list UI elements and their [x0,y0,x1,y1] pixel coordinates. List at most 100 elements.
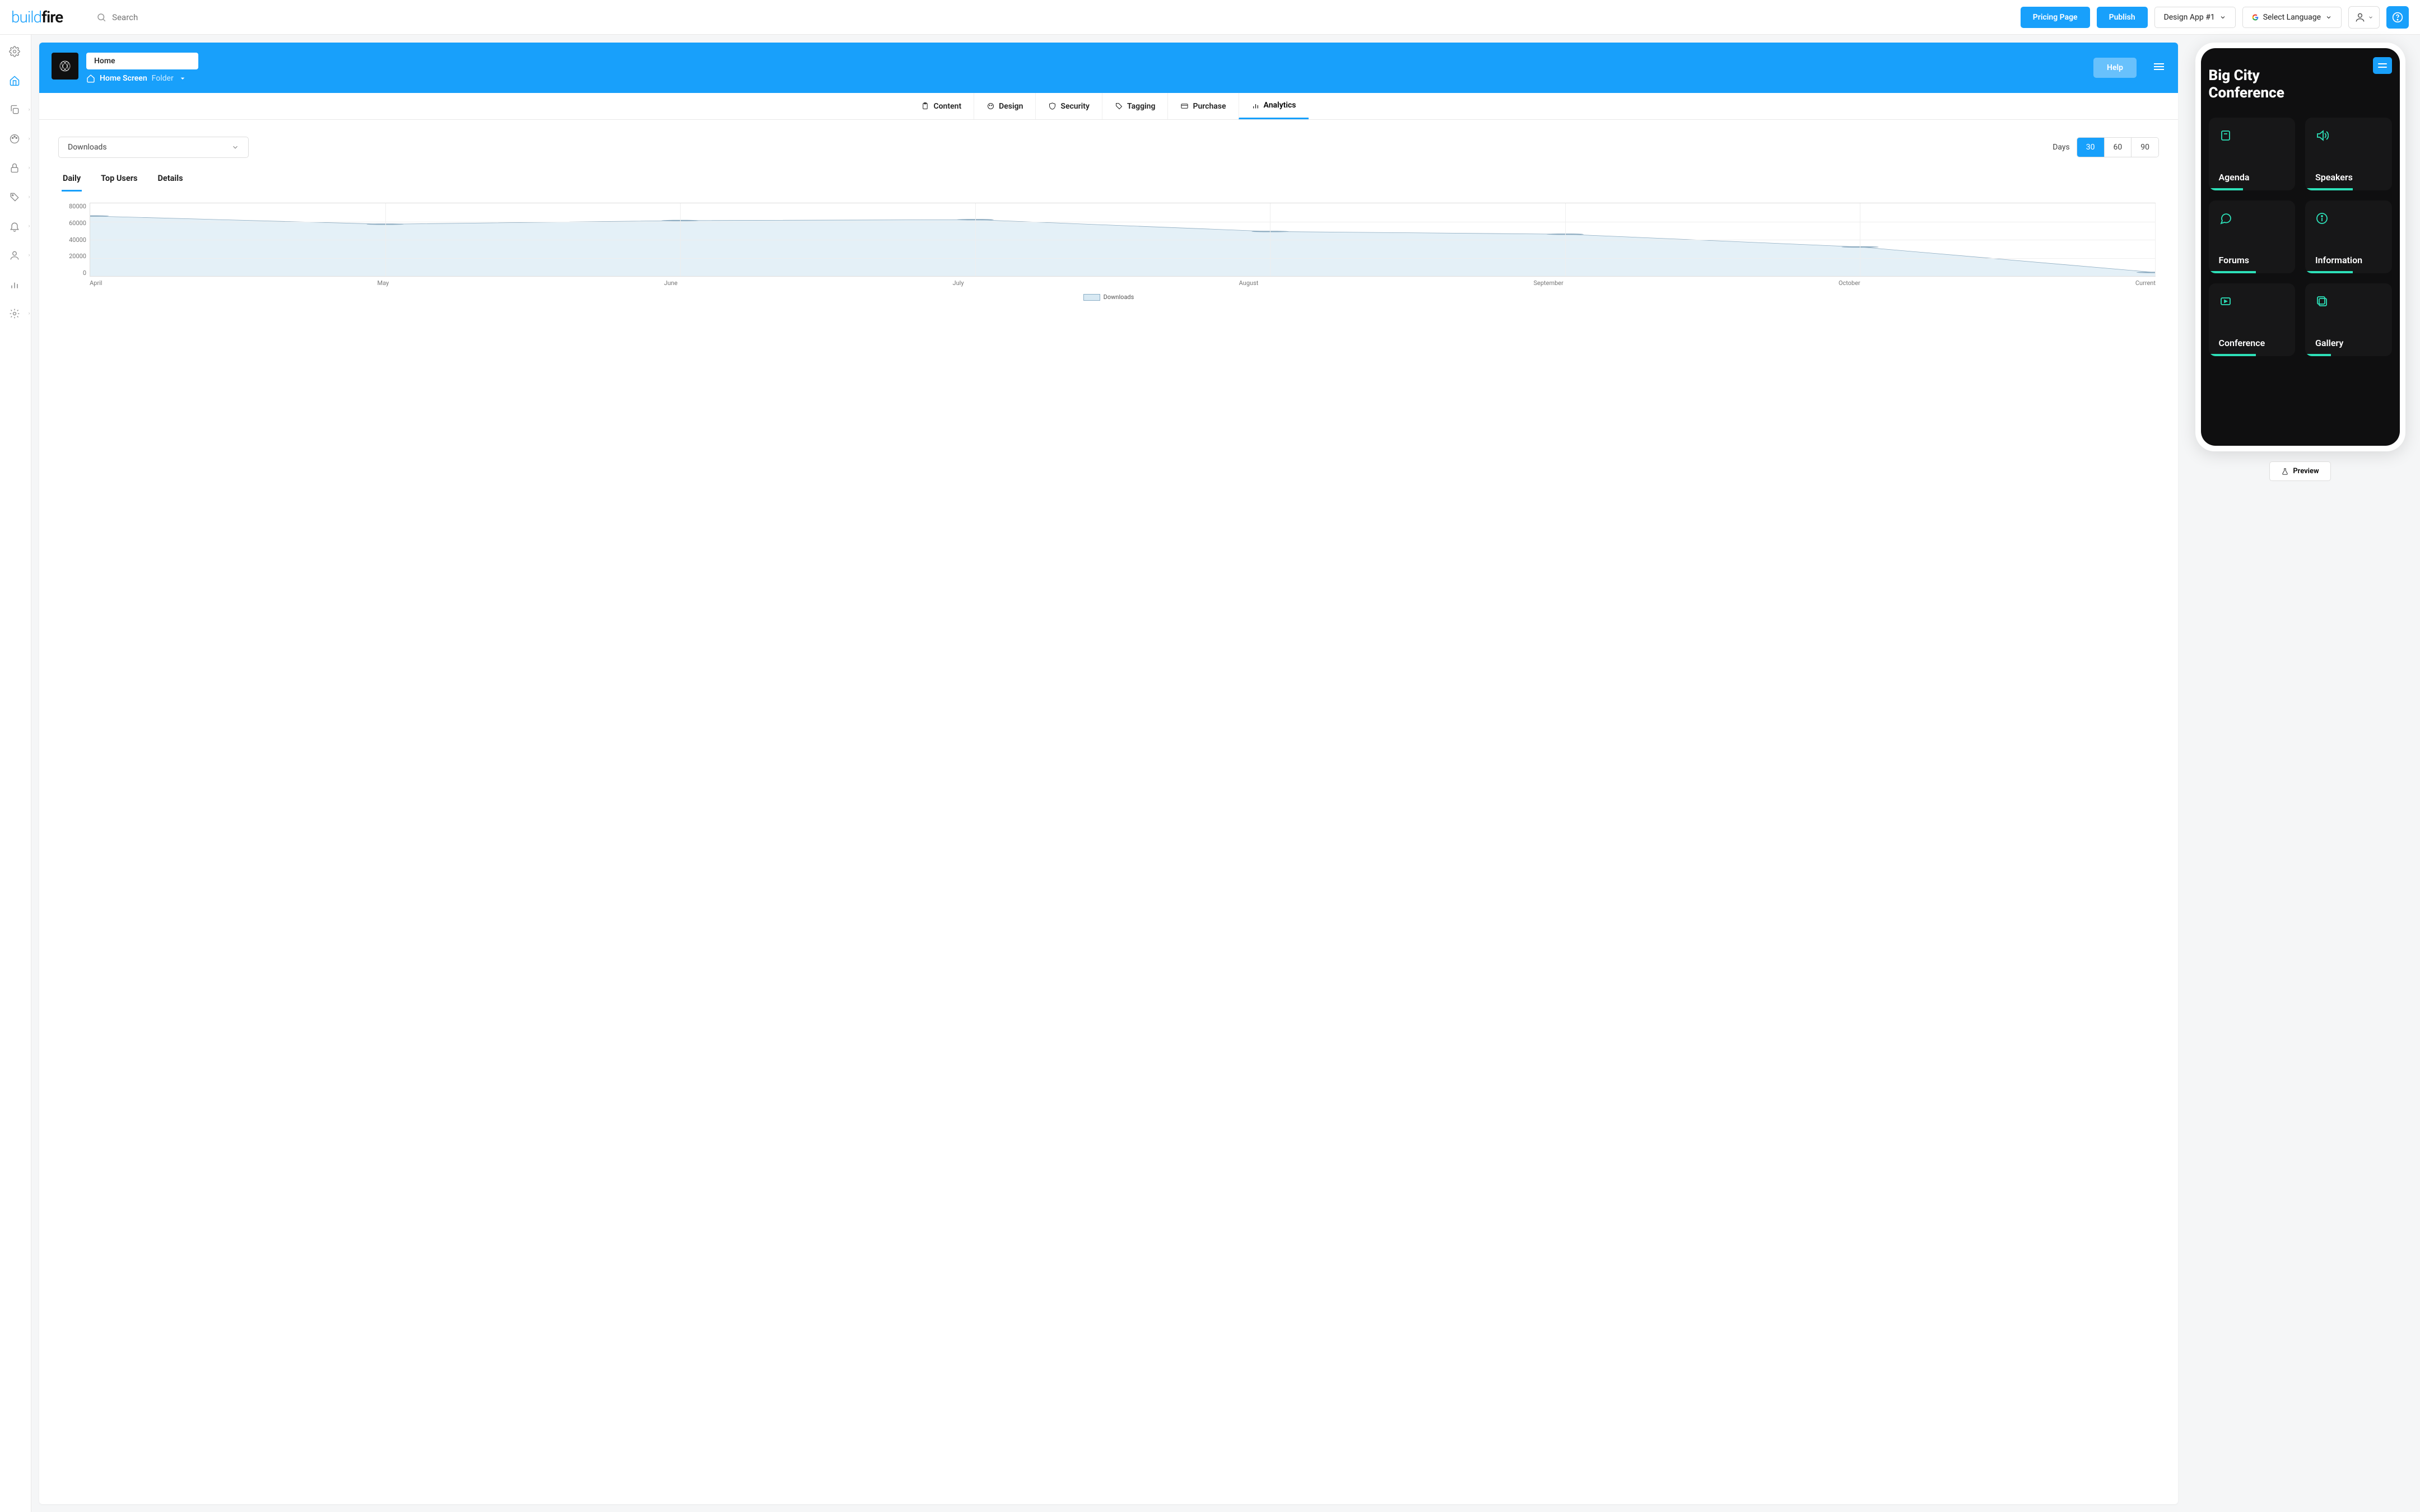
tab-label: Content [933,102,961,111]
tile-speakers[interactable]: Speakers [2305,118,2392,190]
hamburger-icon [2152,60,2166,73]
tile-agenda[interactable]: Agenda [2209,118,2296,190]
tile-label: Agenda [2219,172,2286,183]
phone-menu-button[interactable] [2373,57,2392,74]
subtab-details[interactable]: Details [156,169,184,192]
tabs-row: Content Design Security Tagging Purchase… [39,93,2178,120]
panel-help-button[interactable]: Help [2093,58,2137,78]
page-name-input[interactable] [86,53,198,69]
legend-swatch [1083,294,1100,301]
metric-dropdown[interactable]: Downloads [58,137,249,158]
tab-design[interactable]: Design [974,93,1035,119]
tab-security[interactable]: Security [1035,93,1102,119]
tab-label: Purchase [1193,102,1226,111]
days-option-30[interactable]: 30 [2077,138,2104,157]
panel-header: Home Screen Folder Help [39,43,2178,93]
tab-tagging[interactable]: Tagging [1102,93,1168,119]
bell-icon [9,221,20,232]
tab-label: Tagging [1127,102,1156,111]
tile-gallery[interactable]: Gallery [2305,283,2392,356]
publish-button[interactable]: Publish [2097,7,2148,28]
rail-user[interactable]: › [9,249,22,262]
chevron-down-icon [2219,14,2226,21]
title-line-2: Conference [2209,85,2284,101]
y-axis-labels: 800006000040000200000 [62,203,86,277]
bar-chart-icon [9,279,20,290]
days-option-90[interactable]: 90 [2131,138,2158,157]
phone-tile-grid: Agenda Speakers Forums [2209,118,2392,356]
forums-icon [2219,212,2286,227]
days-option-60[interactable]: 60 [2104,138,2132,157]
copy-icon [9,104,20,115]
legend-label: Downloads [1104,293,1134,301]
tab-label: Analytics [1264,101,1296,110]
preview-column: Big City Conference Agenda Speakers [2188,43,2412,1504]
lock-icon [9,162,20,174]
chart: 800006000040000200000 AprilMayJuneJulyAu… [62,203,2156,287]
agenda-icon [2219,129,2286,144]
rail-appearance[interactable]: › [9,132,22,146]
credit-card-icon [1180,102,1189,110]
rail-lock[interactable]: › [9,161,22,175]
help-button[interactable] [2386,6,2409,29]
app-logo-icon [57,58,73,74]
speakers-icon [2315,129,2382,144]
select-language-label: Select Language [2263,13,2321,22]
rail-tag[interactable]: › [9,190,22,204]
tab-label: Design [999,102,1023,111]
tab-label: Security [1060,102,1090,111]
conference-icon [2219,295,2286,310]
logo-part-1: build [11,8,41,26]
tab-analytics[interactable]: Analytics [1239,93,1309,119]
rail-home[interactable] [9,74,22,87]
tab-content[interactable]: Content [909,93,974,119]
flask-icon [2281,468,2289,475]
metric-label: Downloads [68,143,107,152]
app-icon-box [52,53,78,80]
preview-button-label: Preview [2293,467,2319,475]
left-rail: › › › › › › › [0,35,31,1512]
controls-row: Downloads Days 30 60 90 [39,120,2178,164]
rail-copy[interactable]: › [9,103,22,116]
design-app-dropdown[interactable]: Design App #1 [2154,7,2236,28]
pricing-page-button[interactable]: Pricing Page [2021,7,2090,28]
home-icon [9,75,20,86]
tag-icon [1115,102,1123,110]
tile-forums[interactable]: Forums [2209,200,2296,273]
bar-chart-icon [1251,101,1260,110]
subtab-top-users[interactable]: Top Users [100,169,138,192]
panel-menu-button[interactable] [2152,60,2166,76]
chevron-down-icon [2325,14,2332,21]
tile-label: Gallery [2315,338,2382,348]
rail-settings[interactable]: › [9,307,22,320]
user-icon [2354,12,2366,23]
tile-information[interactable]: Information [2305,200,2392,273]
rail-bell[interactable]: › [9,220,22,233]
content-panel: Home Screen Folder Help Content Design S… [39,43,2178,1504]
tile-label: Conference [2219,338,2286,348]
user-menu-button[interactable] [2348,6,2380,29]
preview-button[interactable]: Preview [2269,461,2330,481]
days-segment: 30 60 90 [2077,137,2159,157]
chevron-down-icon [2368,15,2374,20]
select-language-dropdown[interactable]: Select Language [2242,7,2342,28]
tile-label: Speakers [2315,172,2382,183]
days-group: Days 30 60 90 [2053,137,2159,157]
topbar: buildfire Pricing Page Publish Design Ap… [0,0,2420,35]
rail-settings-gear[interactable] [9,45,22,58]
question-icon [2392,12,2403,23]
search-input[interactable] [112,12,280,22]
search-wrap[interactable] [96,12,2021,22]
tile-conference[interactable]: Conference [2209,283,2296,356]
header-mid: Home Screen Folder [86,53,2086,83]
palette-icon [9,133,20,144]
logo[interactable]: buildfire [11,8,63,26]
breadcrumb[interactable]: Home Screen Folder [86,74,2086,83]
subtab-daily[interactable]: Daily [62,169,82,192]
rail-analytics[interactable] [9,278,22,291]
search-icon [96,12,106,22]
gear-icon [9,46,20,57]
chart-container: 800006000040000200000 AprilMayJuneJulyAu… [39,192,2178,312]
tab-purchase[interactable]: Purchase [1167,93,1238,119]
home-icon [86,74,95,83]
